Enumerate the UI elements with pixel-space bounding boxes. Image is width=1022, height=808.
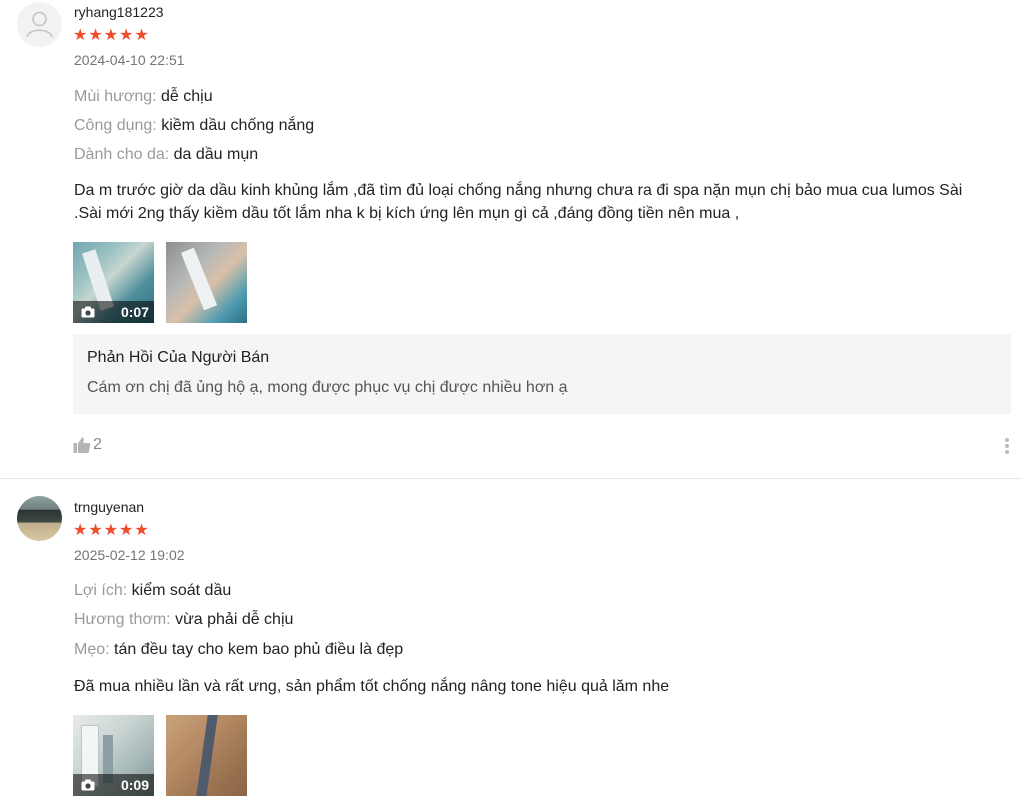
review-video-thumbnail[interactable]: 0:07 (73, 242, 154, 323)
user-avatar-icon (26, 11, 53, 38)
video-overlay: 0:07 (73, 301, 154, 323)
attribute-value: kiểm soát dầu (131, 582, 232, 599)
review-video-thumbnail[interactable]: 0:09 (73, 715, 154, 796)
attribute-label: Hương thơm: (74, 611, 171, 628)
review-attribute: Mẹo: tán đều tay cho kem bao phủ điều là… (74, 641, 403, 659)
attribute-value: vừa phải dễ chịu (175, 611, 294, 628)
attribute-value: da dầu mụn (173, 146, 259, 163)
thumbs-up-icon (73, 437, 91, 453)
attribute-label: Công dụng: (74, 117, 157, 134)
review-image-thumbnail[interactable] (166, 242, 247, 323)
camera-icon (81, 779, 95, 791)
user-avatar[interactable] (17, 2, 62, 47)
product-tube-shape (180, 247, 218, 311)
attribute-label: Lợi ích: (74, 582, 128, 599)
seller-reply-text: Cám ơn chị đã ủng hộ ạ, mong được phục v… (87, 379, 568, 396)
attribute-label: Mẹo: (74, 641, 110, 658)
seller-reply-title: Phản Hồi Của Người Bán (87, 349, 270, 366)
video-duration: 0:09 (120, 777, 149, 793)
like-count: 2 (93, 436, 102, 453)
review-attribute: Công dụng: kiềm dầu chống nắng (74, 117, 314, 135)
review-attribute: Lợi ích: kiểm soát dầu (74, 582, 231, 600)
review-comment: Đã mua nhiều lần và rất ưng, sản phẩm tố… (74, 678, 670, 695)
attribute-value: dễ chịu (161, 88, 213, 105)
review-card: ryhang181223 ★★★★★ 2024-04-10 22:51 Mùi … (0, 0, 1022, 478)
video-overlay: 0:09 (73, 774, 154, 796)
product-tube-shape (195, 715, 219, 796)
video-duration: 0:07 (120, 304, 149, 320)
review-date: 2024-04-10 22:51 (74, 52, 185, 68)
rating-stars: ★★★★★ (73, 522, 150, 539)
review-card: trnguyenan ★★★★★ 2025-02-12 19:02 Lợi íc… (0, 479, 1022, 808)
user-avatar[interactable] (17, 496, 62, 541)
attribute-label: Dành cho da: (74, 146, 170, 163)
attribute-value: kiềm dầu chống nắng (161, 117, 315, 134)
rating-stars: ★★★★★ (73, 27, 150, 44)
review-comment: Da m trước giờ da dầu kinh khủng lắm ,đã… (74, 182, 963, 222)
camera-icon (81, 306, 95, 318)
review-attribute: Mùi hương: dễ chịu (74, 88, 213, 106)
attribute-label: Mùi hương: (74, 88, 157, 105)
review-attribute: Hương thơm: vừa phải dễ chịu (74, 611, 293, 629)
review-username[interactable]: ryhang181223 (74, 4, 164, 20)
attribute-value: tán đều tay cho kem bao phủ điều là đẹp (114, 641, 404, 658)
review-attribute: Dành cho da: da dầu mụn (74, 146, 258, 164)
review-date: 2025-02-12 19:02 (74, 547, 185, 563)
more-vertical-icon[interactable] (1004, 437, 1010, 455)
review-username[interactable]: trnguyenan (74, 499, 144, 515)
review-image-thumbnail[interactable] (166, 715, 247, 796)
seller-reply: Phản Hồi Của Người Bán Cám ơn chị đã ủng… (73, 334, 1011, 414)
